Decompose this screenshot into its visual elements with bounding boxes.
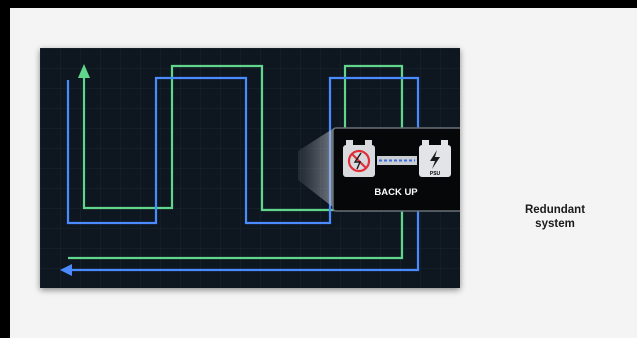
psu-label: PSU	[430, 171, 441, 177]
psu-icon: PSU	[419, 140, 451, 177]
caption-line-1: Redundant	[524, 204, 586, 216]
caption-line-2: system	[535, 218, 575, 230]
backup-label: BACK UP	[374, 187, 418, 198]
caption: Redundant system	[500, 203, 610, 231]
failed-battery-icon	[343, 140, 375, 177]
signal-path-diagram: PSU BACK UP	[40, 48, 460, 288]
diagram-panel: PSU BACK UP	[40, 48, 460, 288]
backup-inset: PSU BACK UP	[332, 127, 460, 212]
backup-connector	[377, 156, 417, 165]
